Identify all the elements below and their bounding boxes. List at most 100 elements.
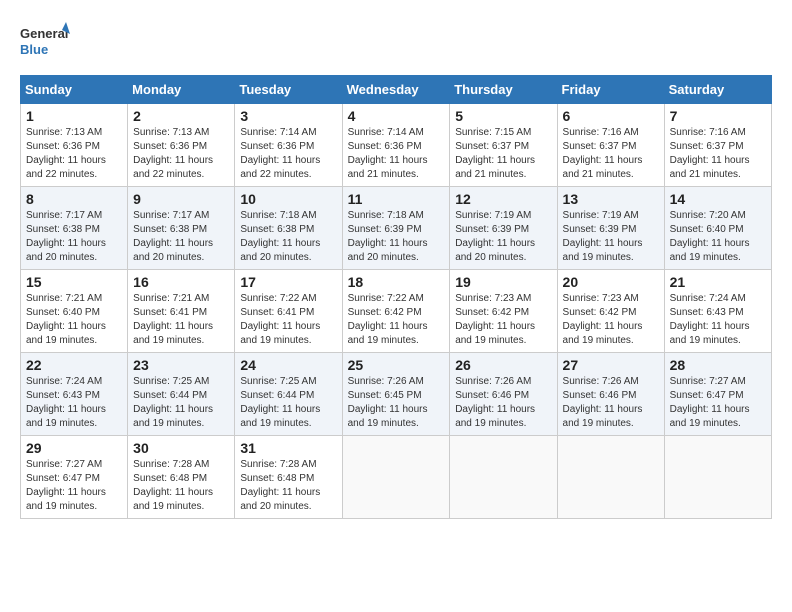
- day-info: Sunrise: 7:24 AM Sunset: 6:43 PM Dayligh…: [670, 292, 766, 348]
- calendar-cell: 26 Sunrise: 7:26 AM Sunset: 6:46 PM Dayl…: [450, 353, 557, 436]
- day-number: 6: [563, 108, 659, 124]
- calendar-cell: [450, 436, 557, 519]
- calendar-cell: 17 Sunrise: 7:22 AM Sunset: 6:41 PM Dayl…: [235, 270, 342, 353]
- day-info: Sunrise: 7:28 AM Sunset: 6:48 PM Dayligh…: [133, 458, 229, 514]
- day-header-friday: Friday: [557, 76, 664, 104]
- day-info: Sunrise: 7:14 AM Sunset: 6:36 PM Dayligh…: [240, 126, 336, 182]
- calendar-week-1: 1 Sunrise: 7:13 AM Sunset: 6:36 PM Dayli…: [21, 104, 772, 187]
- day-number: 5: [455, 108, 551, 124]
- calendar-cell: 28 Sunrise: 7:27 AM Sunset: 6:47 PM Dayl…: [664, 353, 771, 436]
- day-number: 14: [670, 191, 766, 207]
- calendar-cell: 23 Sunrise: 7:25 AM Sunset: 6:44 PM Dayl…: [128, 353, 235, 436]
- day-info: Sunrise: 7:22 AM Sunset: 6:41 PM Dayligh…: [240, 292, 336, 348]
- day-number: 15: [26, 274, 122, 290]
- day-info: Sunrise: 7:28 AM Sunset: 6:48 PM Dayligh…: [240, 458, 336, 514]
- day-info: Sunrise: 7:22 AM Sunset: 6:42 PM Dayligh…: [348, 292, 445, 348]
- calendar-cell: [557, 436, 664, 519]
- calendar-cell: 27 Sunrise: 7:26 AM Sunset: 6:46 PM Dayl…: [557, 353, 664, 436]
- calendar-cell: 15 Sunrise: 7:21 AM Sunset: 6:40 PM Dayl…: [21, 270, 128, 353]
- day-number: 16: [133, 274, 229, 290]
- calendar-cell: 8 Sunrise: 7:17 AM Sunset: 6:38 PM Dayli…: [21, 187, 128, 270]
- calendar-week-4: 22 Sunrise: 7:24 AM Sunset: 6:43 PM Dayl…: [21, 353, 772, 436]
- day-number: 10: [240, 191, 336, 207]
- day-info: Sunrise: 7:25 AM Sunset: 6:44 PM Dayligh…: [133, 375, 229, 431]
- day-number: 12: [455, 191, 551, 207]
- day-info: Sunrise: 7:16 AM Sunset: 6:37 PM Dayligh…: [563, 126, 659, 182]
- day-info: Sunrise: 7:21 AM Sunset: 6:41 PM Dayligh…: [133, 292, 229, 348]
- day-info: Sunrise: 7:26 AM Sunset: 6:46 PM Dayligh…: [563, 375, 659, 431]
- calendar-cell: [342, 436, 450, 519]
- day-info: Sunrise: 7:14 AM Sunset: 6:36 PM Dayligh…: [348, 126, 445, 182]
- calendar-cell: [664, 436, 771, 519]
- day-info: Sunrise: 7:27 AM Sunset: 6:47 PM Dayligh…: [26, 458, 122, 514]
- day-number: 13: [563, 191, 659, 207]
- day-number: 23: [133, 357, 229, 373]
- day-header-monday: Monday: [128, 76, 235, 104]
- calendar-table: SundayMondayTuesdayWednesdayThursdayFrid…: [20, 75, 772, 519]
- calendar-cell: 3 Sunrise: 7:14 AM Sunset: 6:36 PM Dayli…: [235, 104, 342, 187]
- calendar-week-5: 29 Sunrise: 7:27 AM Sunset: 6:47 PM Dayl…: [21, 436, 772, 519]
- day-number: 3: [240, 108, 336, 124]
- day-info: Sunrise: 7:23 AM Sunset: 6:42 PM Dayligh…: [563, 292, 659, 348]
- calendar-cell: 21 Sunrise: 7:24 AM Sunset: 6:43 PM Dayl…: [664, 270, 771, 353]
- day-info: Sunrise: 7:21 AM Sunset: 6:40 PM Dayligh…: [26, 292, 122, 348]
- calendar-cell: 2 Sunrise: 7:13 AM Sunset: 6:36 PM Dayli…: [128, 104, 235, 187]
- day-number: 8: [26, 191, 122, 207]
- calendar-cell: 22 Sunrise: 7:24 AM Sunset: 6:43 PM Dayl…: [21, 353, 128, 436]
- day-info: Sunrise: 7:19 AM Sunset: 6:39 PM Dayligh…: [455, 209, 551, 265]
- day-number: 19: [455, 274, 551, 290]
- day-info: Sunrise: 7:18 AM Sunset: 6:39 PM Dayligh…: [348, 209, 445, 265]
- day-number: 11: [348, 191, 445, 207]
- calendar-cell: 7 Sunrise: 7:16 AM Sunset: 6:37 PM Dayli…: [664, 104, 771, 187]
- calendar-cell: 14 Sunrise: 7:20 AM Sunset: 6:40 PM Dayl…: [664, 187, 771, 270]
- calendar-week-3: 15 Sunrise: 7:21 AM Sunset: 6:40 PM Dayl…: [21, 270, 772, 353]
- calendar-cell: 24 Sunrise: 7:25 AM Sunset: 6:44 PM Dayl…: [235, 353, 342, 436]
- day-number: 1: [26, 108, 122, 124]
- day-info: Sunrise: 7:26 AM Sunset: 6:46 PM Dayligh…: [455, 375, 551, 431]
- calendar-cell: 5 Sunrise: 7:15 AM Sunset: 6:37 PM Dayli…: [450, 104, 557, 187]
- page-header: General Blue: [20, 20, 772, 65]
- calendar-cell: 1 Sunrise: 7:13 AM Sunset: 6:36 PM Dayli…: [21, 104, 128, 187]
- day-number: 20: [563, 274, 659, 290]
- calendar-cell: 20 Sunrise: 7:23 AM Sunset: 6:42 PM Dayl…: [557, 270, 664, 353]
- day-number: 22: [26, 357, 122, 373]
- calendar-week-2: 8 Sunrise: 7:17 AM Sunset: 6:38 PM Dayli…: [21, 187, 772, 270]
- calendar-cell: 25 Sunrise: 7:26 AM Sunset: 6:45 PM Dayl…: [342, 353, 450, 436]
- day-number: 30: [133, 440, 229, 456]
- day-number: 9: [133, 191, 229, 207]
- day-number: 25: [348, 357, 445, 373]
- day-number: 18: [348, 274, 445, 290]
- calendar-cell: 6 Sunrise: 7:16 AM Sunset: 6:37 PM Dayli…: [557, 104, 664, 187]
- day-header-sunday: Sunday: [21, 76, 128, 104]
- day-number: 29: [26, 440, 122, 456]
- calendar-cell: 19 Sunrise: 7:23 AM Sunset: 6:42 PM Dayl…: [450, 270, 557, 353]
- day-info: Sunrise: 7:13 AM Sunset: 6:36 PM Dayligh…: [26, 126, 122, 182]
- calendar-cell: 4 Sunrise: 7:14 AM Sunset: 6:36 PM Dayli…: [342, 104, 450, 187]
- calendar-cell: 10 Sunrise: 7:18 AM Sunset: 6:38 PM Dayl…: [235, 187, 342, 270]
- day-number: 21: [670, 274, 766, 290]
- day-number: 24: [240, 357, 336, 373]
- day-info: Sunrise: 7:17 AM Sunset: 6:38 PM Dayligh…: [133, 209, 229, 265]
- day-number: 26: [455, 357, 551, 373]
- day-info: Sunrise: 7:15 AM Sunset: 6:37 PM Dayligh…: [455, 126, 551, 182]
- calendar-cell: 12 Sunrise: 7:19 AM Sunset: 6:39 PM Dayl…: [450, 187, 557, 270]
- day-info: Sunrise: 7:23 AM Sunset: 6:42 PM Dayligh…: [455, 292, 551, 348]
- day-header-wednesday: Wednesday: [342, 76, 450, 104]
- logo-svg: General Blue: [20, 20, 70, 65]
- calendar-cell: 13 Sunrise: 7:19 AM Sunset: 6:39 PM Dayl…: [557, 187, 664, 270]
- day-info: Sunrise: 7:24 AM Sunset: 6:43 PM Dayligh…: [26, 375, 122, 431]
- day-number: 31: [240, 440, 336, 456]
- calendar-cell: 18 Sunrise: 7:22 AM Sunset: 6:42 PM Dayl…: [342, 270, 450, 353]
- day-info: Sunrise: 7:19 AM Sunset: 6:39 PM Dayligh…: [563, 209, 659, 265]
- calendar-cell: 9 Sunrise: 7:17 AM Sunset: 6:38 PM Dayli…: [128, 187, 235, 270]
- day-info: Sunrise: 7:16 AM Sunset: 6:37 PM Dayligh…: [670, 126, 766, 182]
- calendar-cell: 30 Sunrise: 7:28 AM Sunset: 6:48 PM Dayl…: [128, 436, 235, 519]
- day-info: Sunrise: 7:25 AM Sunset: 6:44 PM Dayligh…: [240, 375, 336, 431]
- calendar-cell: 11 Sunrise: 7:18 AM Sunset: 6:39 PM Dayl…: [342, 187, 450, 270]
- day-header-tuesday: Tuesday: [235, 76, 342, 104]
- calendar-header-row: SundayMondayTuesdayWednesdayThursdayFrid…: [21, 76, 772, 104]
- svg-text:General: General: [20, 26, 68, 41]
- day-number: 7: [670, 108, 766, 124]
- logo: General Blue: [20, 20, 70, 65]
- calendar-cell: 16 Sunrise: 7:21 AM Sunset: 6:41 PM Dayl…: [128, 270, 235, 353]
